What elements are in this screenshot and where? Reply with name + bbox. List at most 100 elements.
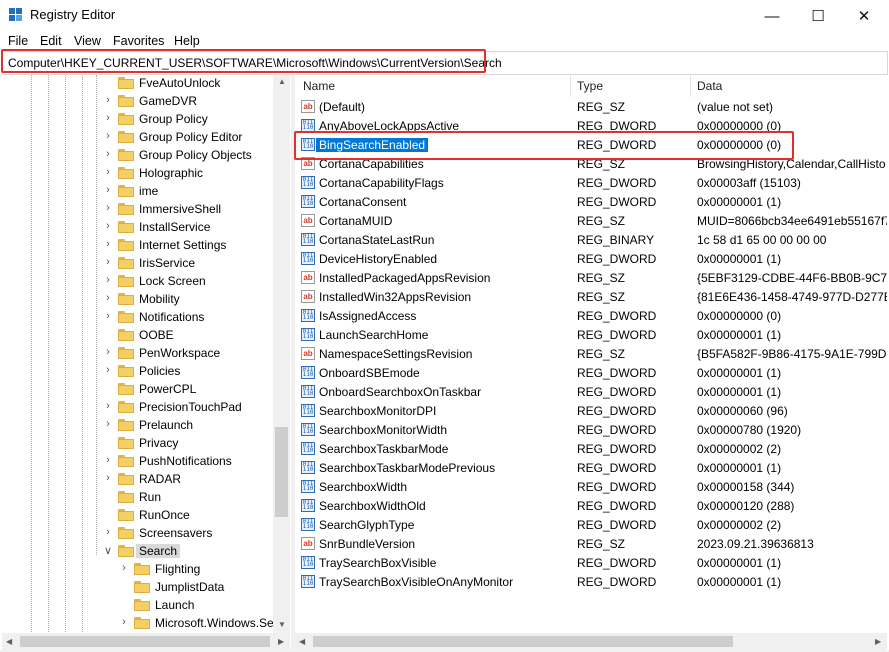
chevron-right-icon[interactable]: ›	[103, 310, 113, 322]
tree-item[interactable]: › GameDVR	[2, 92, 272, 110]
value-row[interactable]: ab CortanaMUID REG_SZ MUID=8066bcb34ee6491e…	[295, 211, 887, 230]
chevron-right-icon[interactable]: ›	[103, 418, 113, 430]
column-divider[interactable]	[690, 75, 691, 97]
tree-item[interactable]: OOBE	[2, 326, 272, 344]
close-button[interactable]: ✕	[841, 0, 887, 32]
value-row[interactable]: ab NamespaceSettingsRevision REG_SZ {B5FA58…	[295, 344, 887, 363]
tree-item[interactable]: Run	[2, 488, 272, 506]
tree-item[interactable]: › Notifications	[2, 308, 272, 326]
tree-vertical-scrollbar[interactable]: ▲ ▼	[273, 75, 290, 634]
value-row[interactable]: 011 110 SearchGlyphType REG_DWORD 0x00000002…	[295, 515, 887, 534]
tree-item[interactable]: ∨ Search	[2, 542, 272, 560]
column-name-header[interactable]: Name	[303, 75, 335, 97]
tree-scroll-thumb[interactable]	[275, 427, 288, 517]
chevron-right-icon[interactable]: ›	[103, 346, 113, 358]
value-row[interactable]: 011 110 CortanaStateLastRun REG_BINARY 1c 58…	[295, 230, 887, 249]
scroll-left-icon[interactable]: ◀	[6, 637, 12, 646]
tree-item[interactable]: › Screensavers	[2, 524, 272, 542]
value-row[interactable]: ab InstalledWin32AppsRevision REG_SZ {81E6E…	[295, 287, 887, 306]
value-row[interactable]: 011 110 TraySearchBoxVisible REG_DWORD 0x000…	[295, 553, 887, 572]
chevron-right-icon[interactable]: ›	[103, 454, 113, 466]
title-bar[interactable]: Registry Editor — ☐ ✕	[0, 0, 889, 32]
chevron-down-icon[interactable]: ∨	[103, 544, 113, 557]
value-row[interactable]: 011 110 SearchboxMonitorWidth REG_DWORD 0x00…	[295, 420, 887, 439]
chevron-right-icon[interactable]: ›	[103, 238, 113, 250]
chevron-right-icon[interactable]: ›	[103, 166, 113, 178]
chevron-right-icon[interactable]: ›	[103, 364, 113, 376]
scroll-down-icon[interactable]: ▼	[278, 620, 286, 629]
scroll-right-icon[interactable]: ▶	[875, 637, 881, 646]
tree-item[interactable]: › Policies	[2, 362, 272, 380]
tree-item[interactable]: FveAutoUnlock	[2, 75, 272, 92]
key-tree[interactable]: FveAutoUnlock › GameDVR › Group Policy › Group…	[2, 75, 290, 634]
chevron-right-icon[interactable]: ›	[103, 256, 113, 268]
value-row[interactable]: 011 110 CortanaCapabilityFlags REG_DWORD 0x0…	[295, 173, 887, 192]
menu-favorites[interactable]: Favorites	[113, 34, 164, 48]
tree-item[interactable]: › InstallService	[2, 218, 272, 236]
list-hscroll-thumb[interactable]	[313, 636, 733, 647]
value-row[interactable]: 011 110 IsAssignedAccess REG_DWORD 0x0000000…	[295, 306, 887, 325]
value-row[interactable]: 011 110 SearchboxWidthOld REG_DWORD 0x000001…	[295, 496, 887, 515]
value-row[interactable]: 011 110 CortanaConsent REG_DWORD 0x00000001 …	[295, 192, 887, 211]
value-row[interactable]: 011 110 TraySearchBoxVisibleOnAnyMonitor RE…	[295, 572, 887, 591]
minimize-button[interactable]: —	[749, 0, 795, 32]
column-divider[interactable]	[570, 75, 571, 97]
chevron-right-icon[interactable]: ›	[103, 112, 113, 124]
scroll-right-icon[interactable]: ▶	[278, 637, 284, 646]
menu-view[interactable]: View	[74, 34, 101, 48]
chevron-right-icon[interactable]: ›	[119, 616, 129, 628]
tree-item[interactable]: › IrisService	[2, 254, 272, 272]
chevron-right-icon[interactable]: ›	[103, 148, 113, 160]
chevron-right-icon[interactable]: ›	[103, 472, 113, 484]
value-row[interactable]: ab (Default) REG_SZ (value not set)	[295, 97, 887, 116]
value-row[interactable]: 011 110 OnboardSearchboxOnTaskbar REG_DWORD…	[295, 382, 887, 401]
scroll-up-icon[interactable]: ▲	[278, 77, 286, 86]
chevron-right-icon[interactable]: ›	[103, 202, 113, 214]
tree-item[interactable]: › Group Policy Objects	[2, 146, 272, 164]
tree-item[interactable]: › Prelaunch	[2, 416, 272, 434]
tree-item[interactable]: › Mobility	[2, 290, 272, 308]
value-row[interactable]: 011 110 SearchboxMonitorDPI REG_DWORD 0x0000…	[295, 401, 887, 420]
value-row[interactable]: 011 110 DeviceHistoryEnabled REG_DWORD 0x000…	[295, 249, 887, 268]
chevron-right-icon[interactable]: ›	[103, 292, 113, 304]
tree-item[interactable]: Privacy	[2, 434, 272, 452]
menu-edit[interactable]: Edit	[40, 34, 62, 48]
tree-item[interactable]: › PrecisionTouchPad	[2, 398, 272, 416]
tree-item[interactable]: › Flighting	[2, 560, 272, 578]
tree-item[interactable]: › PenWorkspace	[2, 344, 272, 362]
value-row[interactable]: 011 110 LaunchSearchHome REG_DWORD 0x0000000…	[295, 325, 887, 344]
value-row[interactable]: 011 110 SearchboxWidth REG_DWORD 0x00000158 …	[295, 477, 887, 496]
value-row[interactable]: ab InstalledPackagedAppsRevision REG_SZ {5E…	[295, 268, 887, 287]
column-type-header[interactable]: Type	[577, 75, 603, 97]
tree-item[interactable]: › Lock Screen	[2, 272, 272, 290]
tree-item[interactable]: › Group Policy	[2, 110, 272, 128]
tree-item[interactable]: RunOnce	[2, 506, 272, 524]
tree-item[interactable]: › ImmersiveShell	[2, 200, 272, 218]
chevron-right-icon[interactable]: ›	[103, 184, 113, 196]
tree-item[interactable]: JumplistData	[2, 578, 272, 596]
maximize-button[interactable]: ☐	[795, 0, 841, 32]
tree-item[interactable]: PowerCPL	[2, 380, 272, 398]
value-row[interactable]: 011 110 OnboardSBEmode REG_DWORD 0x00000001 …	[295, 363, 887, 382]
chevron-right-icon[interactable]: ›	[103, 526, 113, 538]
tree-item[interactable]: Launch	[2, 596, 272, 614]
tree-item[interactable]: › RADAR	[2, 470, 272, 488]
value-row[interactable]: ab SnrBundleVersion REG_SZ 2023.09.21.39636…	[295, 534, 887, 553]
chevron-right-icon[interactable]: ›	[103, 274, 113, 286]
tree-item[interactable]: › Internet Settings	[2, 236, 272, 254]
menu-file[interactable]: File	[8, 34, 28, 48]
chevron-right-icon[interactable]: ›	[103, 130, 113, 142]
tree-item[interactable]: › Group Policy Editor	[2, 128, 272, 146]
chevron-right-icon[interactable]: ›	[103, 94, 113, 106]
chevron-right-icon[interactable]: ›	[103, 400, 113, 412]
tree-hscroll-thumb[interactable]	[20, 636, 270, 647]
chevron-right-icon[interactable]: ›	[119, 562, 129, 574]
tree-item[interactable]: › Microsoft.Windows.Se	[2, 614, 274, 632]
menu-help[interactable]: Help	[174, 34, 200, 48]
value-row[interactable]: 011 110 SearchboxTaskbarMode REG_DWORD 0x000…	[295, 439, 887, 458]
tree-item[interactable]: › PushNotifications	[2, 452, 272, 470]
column-data-header[interactable]: Data	[697, 75, 722, 97]
tree-item[interactable]: › Holographic	[2, 164, 272, 182]
value-row[interactable]: 011 110 SearchboxTaskbarModePrevious REG_DW…	[295, 458, 887, 477]
scroll-left-icon[interactable]: ◀	[299, 637, 305, 646]
